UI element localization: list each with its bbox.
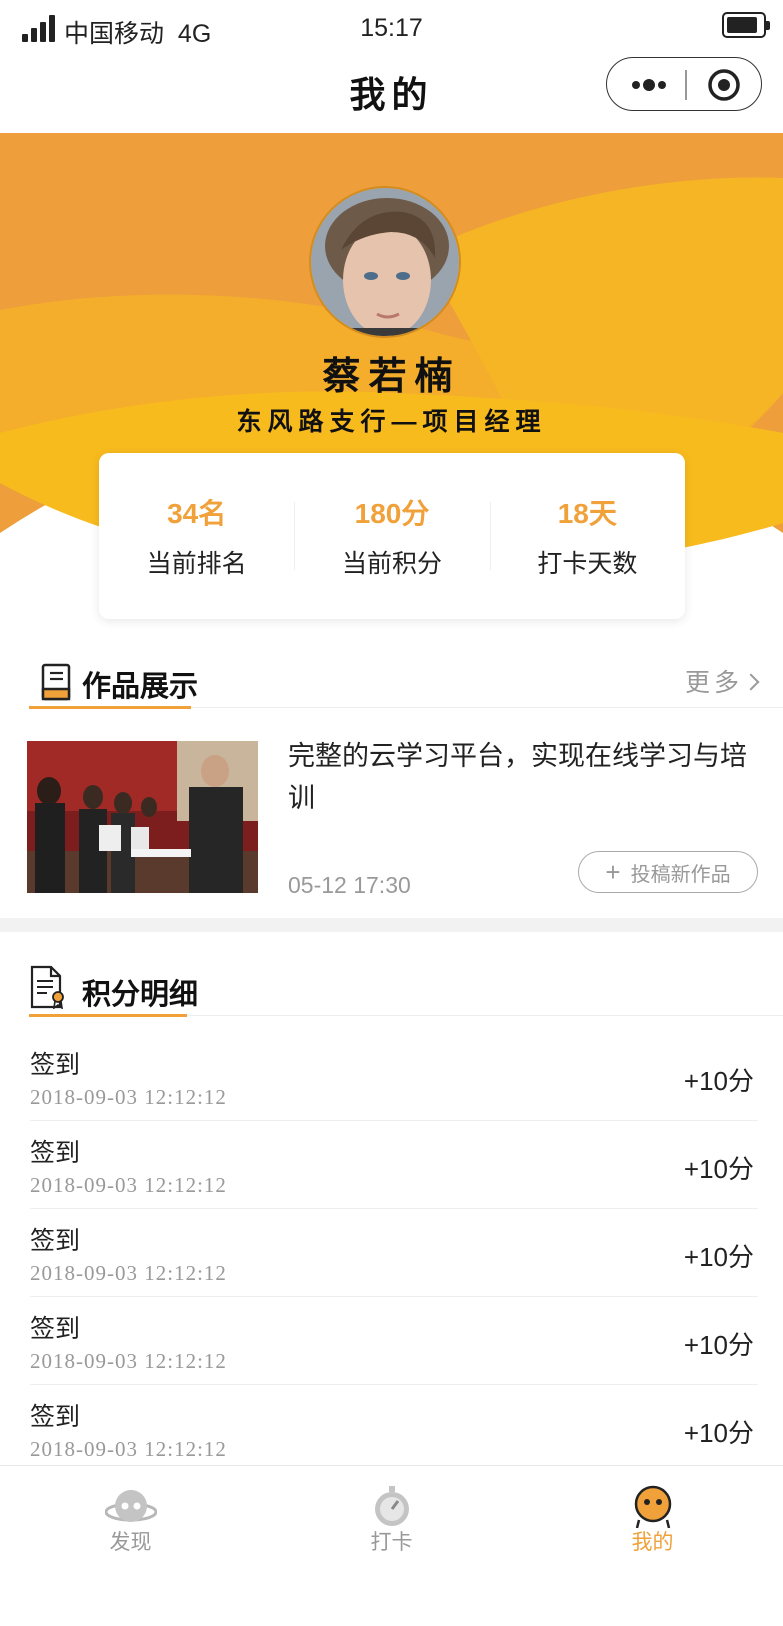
list-item: 签到 2018-09-03 12:12:12 +10分	[30, 1033, 758, 1121]
certificate-document-icon	[30, 965, 64, 1009]
user-position: 东风路支行—项目经理	[236, 408, 547, 436]
work-title[interactable]: 完整的云学习平台，实现在线学习与培训	[288, 735, 748, 819]
tab-mine[interactable]: 我的	[522, 1466, 783, 1561]
point-type: 签到	[30, 1403, 81, 1431]
status-time: 15:17	[360, 14, 423, 42]
tab-discover[interactable]: 发现	[0, 1466, 261, 1561]
submit-new-work-button[interactable]: + 投稿新作品	[578, 851, 758, 893]
point-date: 2018-09-03 12:12:12	[30, 1437, 227, 1461]
point-value: +10分	[683, 1154, 754, 1184]
more-dots-icon[interactable]	[631, 75, 667, 95]
user-name: 蔡若楠	[322, 356, 461, 398]
list-item: 签到 2018-09-03 12:12:12 +10分	[30, 1121, 758, 1209]
tab-checkin[interactable]: 打卡	[261, 1466, 522, 1561]
stat-label: 当前积分	[341, 550, 442, 578]
point-value: +10分	[683, 1242, 754, 1272]
point-value: +10分	[683, 1418, 754, 1448]
status-bar: 中国移动 4G 15:17	[0, 0, 783, 60]
stat-points[interactable]: 180分 当前积分	[294, 492, 489, 580]
stat-label: 打卡天数	[537, 550, 638, 578]
point-date: 2018-09-03 12:12:12	[30, 1173, 227, 1197]
work-time: 05-12 17:30	[288, 872, 411, 898]
point-date: 2018-09-03 12:12:12	[30, 1085, 227, 1109]
stat-value: 18天	[557, 498, 617, 529]
point-type: 签到	[30, 1051, 81, 1079]
profile-face-icon	[634, 1485, 671, 1528]
stat-rank[interactable]: 34名 当前排名	[99, 492, 294, 580]
book-icon	[41, 663, 71, 701]
work-thumbnail[interactable]	[27, 741, 258, 893]
list-item: 签到 2018-09-03 12:12:12 +10分	[30, 1297, 758, 1385]
point-value: +10分	[683, 1330, 754, 1360]
avatar[interactable]	[309, 186, 461, 338]
plus-icon: +	[605, 857, 621, 887]
point-date: 2018-09-03 12:12:12	[30, 1349, 227, 1373]
stat-value: 34名	[167, 498, 227, 529]
point-type: 签到	[30, 1139, 81, 1167]
works-section-header: 作品展示 更多	[0, 655, 783, 717]
section-title: 积分明细	[82, 979, 199, 1011]
point-date: 2018-09-03 12:12:12	[30, 1261, 227, 1285]
more-link[interactable]: 更多	[685, 663, 760, 699]
section-title: 作品展示	[82, 671, 199, 703]
tab-label: 发现	[109, 1531, 152, 1554]
tab-label: 打卡	[370, 1531, 413, 1554]
battery-icon	[722, 12, 770, 38]
points-section-header: 积分明细	[0, 963, 783, 1025]
stopwatch-icon	[374, 1486, 409, 1526]
point-type: 签到	[30, 1315, 81, 1343]
planet-icon	[104, 1490, 157, 1522]
stats-card: 34名 当前排名 180分 当前积分 18天 打卡天数	[99, 453, 685, 619]
points-list: 签到 2018-09-03 12:12:12 +10分 签到 2018-09-0…	[30, 1033, 758, 1473]
section-divider	[0, 918, 783, 932]
stat-label: 当前排名	[146, 550, 247, 578]
tab-label: 我的	[631, 1531, 674, 1554]
stat-value: 180分	[354, 498, 430, 529]
tab-bar: 发现 打卡 我的	[0, 1465, 783, 1561]
list-item: 签到 2018-09-03 12:12:12 +10分	[30, 1385, 758, 1473]
mini-program-capsule	[606, 57, 762, 111]
close-target-icon[interactable]	[707, 68, 741, 102]
stat-checkin-days[interactable]: 18天 打卡天数	[489, 492, 685, 580]
chevron-right-icon	[742, 673, 760, 691]
point-value: +10分	[683, 1066, 754, 1096]
list-item: 签到 2018-09-03 12:12:12 +10分	[30, 1209, 758, 1297]
point-type: 签到	[30, 1227, 81, 1255]
